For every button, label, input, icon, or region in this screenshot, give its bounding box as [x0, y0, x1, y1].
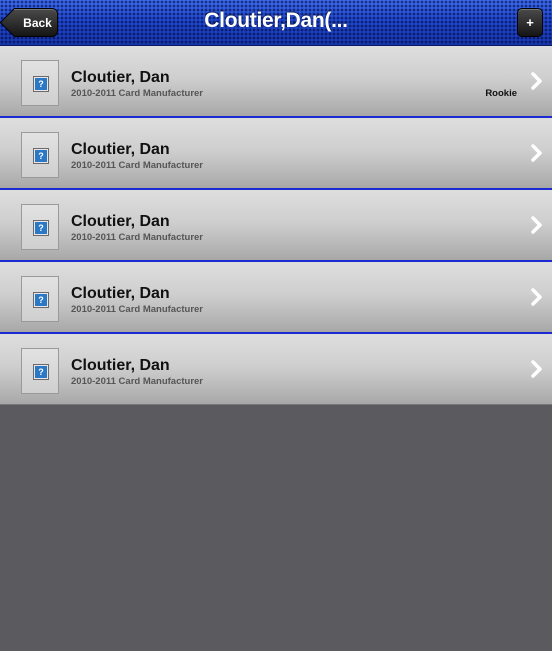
card-subtitle: 2010-2011 Card Manufacturer [71, 304, 204, 315]
question-mark-icon: ? [33, 292, 49, 308]
card-list: ? Cloutier, Dan 2010-2011 Card Manufactu… [0, 46, 552, 405]
list-item[interactable]: ? Cloutier, Dan 2010-2011 Card Manufactu… [0, 118, 552, 190]
card-player-name: Cloutier, Dan [71, 69, 170, 86]
chevron-right-icon [531, 360, 542, 378]
question-mark-icon: ? [33, 148, 49, 164]
chevron-right-icon [531, 144, 542, 162]
navigation-bar: Back Cloutier,Dan(... + [0, 0, 552, 46]
list-item[interactable]: ? Cloutier, Dan 2010-2011 Card Manufactu… [0, 334, 552, 405]
card-subtitle: 2010-2011 Card Manufacturer [71, 376, 204, 387]
card-subtitle: 2010-2011 Card Manufacturer [71, 232, 204, 243]
question-mark-icon: ? [33, 76, 49, 92]
card-subtitle: 2010-2011 Card Manufacturer [71, 160, 204, 171]
card-thumbnail: ? [21, 60, 59, 106]
card-thumbnail: ? [21, 348, 59, 394]
card-player-name: Cloutier, Dan [71, 213, 170, 230]
chevron-right-icon [531, 72, 542, 90]
list-item[interactable]: ? Cloutier, Dan 2010-2011 Card Manufactu… [0, 262, 552, 334]
add-button[interactable]: + [517, 8, 543, 37]
card-player-name: Cloutier, Dan [71, 357, 170, 374]
card-subtitle: 2010-2011 Card Manufacturer [71, 88, 204, 99]
list-item[interactable]: ? Cloutier, Dan 2010-2011 Card Manufactu… [0, 190, 552, 262]
card-thumbnail: ? [21, 204, 59, 250]
card-thumbnail: ? [21, 276, 59, 322]
chevron-right-icon [531, 288, 542, 306]
card-badge: Rookie [485, 88, 517, 99]
list-item[interactable]: ? Cloutier, Dan 2010-2011 Card Manufactu… [0, 46, 552, 118]
page-title: Cloutier,Dan(... [204, 9, 348, 32]
chevron-right-icon [531, 216, 542, 234]
card-player-name: Cloutier, Dan [71, 285, 170, 302]
card-thumbnail: ? [21, 132, 59, 178]
question-mark-icon: ? [33, 220, 49, 236]
question-mark-icon: ? [33, 364, 49, 380]
card-player-name: Cloutier, Dan [71, 141, 170, 158]
